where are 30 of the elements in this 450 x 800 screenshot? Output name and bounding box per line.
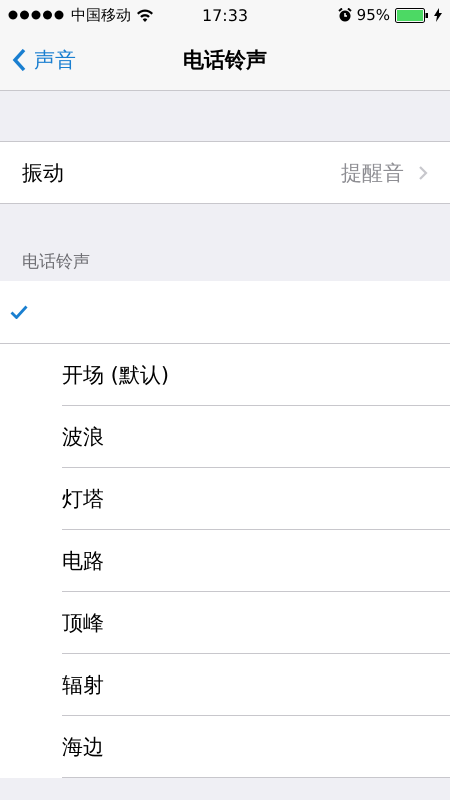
ringtone-name: 灯塔 bbox=[62, 486, 104, 512]
ringtone-name: 顶峰 bbox=[62, 610, 104, 636]
wifi-icon bbox=[136, 8, 154, 22]
section-header: 电话铃声 bbox=[22, 251, 90, 273]
chevron-icon bbox=[418, 164, 428, 180]
carrier-name: 中国移动 bbox=[71, 6, 131, 24]
ringtone-name: 电路 bbox=[62, 548, 104, 574]
checkmark-icon bbox=[10, 305, 28, 319]
ringtone-row[interactable]: 灯塔 bbox=[0, 468, 450, 530]
battery-icon bbox=[395, 8, 429, 22]
back-button[interactable]: 声音 bbox=[0, 46, 76, 74]
alarm-icon bbox=[338, 8, 352, 22]
ringtone-name: 海边 bbox=[62, 734, 104, 760]
ringtone-name: 波浪 bbox=[62, 424, 104, 450]
charging-icon bbox=[434, 8, 442, 22]
vibration-row[interactable]: 振动 提醒音 bbox=[0, 141, 450, 204]
back-chevron-icon bbox=[12, 48, 26, 72]
screen-title: 电话铃声 bbox=[183, 47, 267, 74]
battery-percent: 95% bbox=[356, 6, 390, 24]
ringtone-row[interactable]: 辐射 bbox=[0, 654, 450, 716]
ringtone-row[interactable]: 顶峰 bbox=[0, 592, 450, 654]
ringtone-row[interactable]: 波浪 bbox=[0, 406, 450, 468]
ringtone-row[interactable]: 电路 bbox=[0, 530, 450, 592]
ringtone-name: 辐射 bbox=[62, 672, 104, 698]
ringtone-row[interactable]: 海边 bbox=[0, 716, 450, 778]
clock-time: 17:33 bbox=[202, 6, 248, 24]
ringtone-row[interactable]: 开场 (默认) bbox=[0, 344, 450, 406]
ringtone-name: 开场 (默认) bbox=[62, 362, 170, 388]
vibration-value: 提醒音 bbox=[341, 160, 404, 186]
signal-icon bbox=[8, 10, 66, 20]
